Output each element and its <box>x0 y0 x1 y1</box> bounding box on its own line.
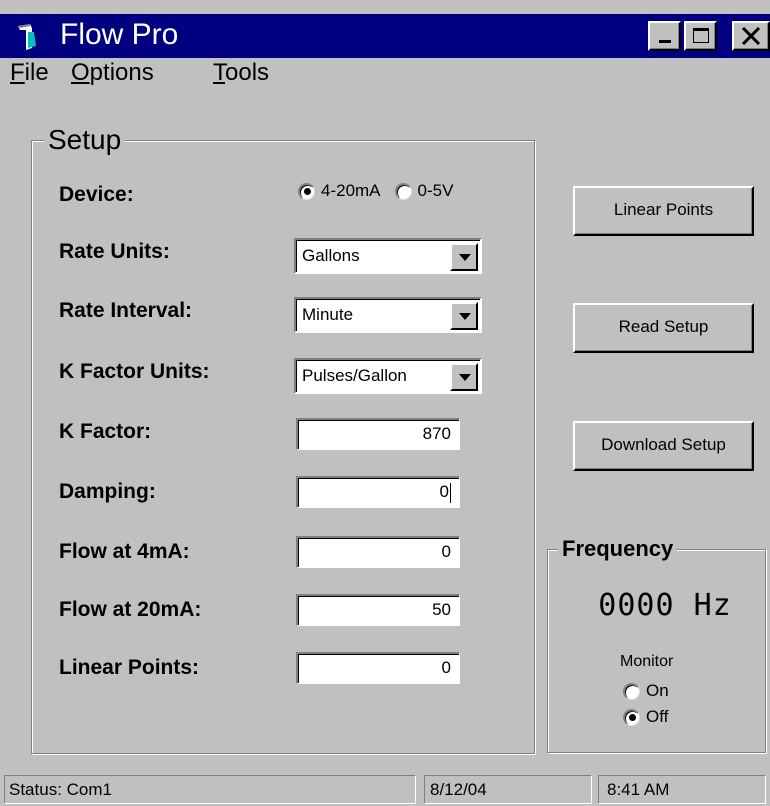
rate-units-label: Rate Units: <box>59 240 170 263</box>
rate-interval-value: Minute <box>302 305 354 324</box>
rate-interval-dropdown-button[interactable] <box>450 302 478 330</box>
k-factor-units-value: Pulses/Gallon <box>302 366 407 385</box>
minimize-button[interactable] <box>648 21 681 51</box>
rate-units-dropdown-button[interactable] <box>450 243 478 271</box>
flow-4ma-input[interactable]: 0 <box>296 536 460 568</box>
radio-4-20ma-label: 4-20mA <box>321 181 381 200</box>
close-icon <box>741 27 761 45</box>
linear-points-button[interactable]: Linear Points <box>573 186 754 236</box>
frequency-readout: 0000 Hz <box>598 588 732 623</box>
rate-interval-label: Rate Interval: <box>59 299 193 322</box>
flow-pro-window: Flow Pro File Options Tools Setup Device… <box>0 0 770 806</box>
device-label: Device: <box>59 183 134 206</box>
damping-input[interactable]: 0 <box>296 476 460 508</box>
close-button[interactable] <box>732 21 770 51</box>
chevron-down-icon <box>459 313 471 320</box>
linear-points-label: Linear Points: <box>59 656 200 679</box>
radio-monitor-on-label: On <box>646 681 669 700</box>
k-factor-units-dropdown-button[interactable] <box>450 363 478 391</box>
flow-20ma-label: Flow at 20mA: <box>59 598 202 621</box>
status-bar: Status: Com1 8/12/04 8:41 AM <box>0 773 770 806</box>
flow-20ma-input[interactable]: 50 <box>296 594 460 626</box>
rate-units-select[interactable]: Gallons <box>294 238 482 274</box>
damping-value: 0 <box>439 482 449 501</box>
flow-pro-app-icon <box>18 24 36 50</box>
minimize-icon <box>659 40 671 43</box>
radio-monitor-off[interactable] <box>623 708 640 726</box>
radio-monitor-on[interactable] <box>623 682 640 700</box>
damping-label: Damping: <box>59 480 156 503</box>
linear-points-input[interactable]: 0 <box>296 652 460 684</box>
k-factor-units-select[interactable]: Pulses/Gallon <box>294 358 482 394</box>
download-setup-button[interactable]: Download Setup <box>573 421 754 471</box>
k-factor-units-label: K Factor Units: <box>59 360 210 383</box>
maximize-icon <box>693 28 709 43</box>
chevron-down-icon <box>459 254 471 261</box>
status-text: Status: Com1 <box>4 775 416 804</box>
rate-units-value: Gallons <box>302 246 360 265</box>
device-radio-group: 4-20mA 0-5V <box>298 181 453 201</box>
monitor-on-row: On <box>623 681 669 701</box>
rate-interval-select[interactable]: Minute <box>294 297 482 333</box>
monitor-label: Monitor <box>620 653 674 670</box>
read-setup-button[interactable]: Read Setup <box>573 303 754 353</box>
maximize-button[interactable] <box>684 21 717 51</box>
k-factor-label: K Factor: <box>59 420 152 443</box>
monitor-off-row: Off <box>623 707 668 727</box>
title-bar[interactable]: Flow Pro <box>0 14 770 58</box>
flow-4ma-label: Flow at 4mA: <box>59 540 190 563</box>
radio-0-5v-label: 0-5V <box>417 181 454 200</box>
menu-options[interactable]: Options <box>71 58 154 88</box>
radio-0-5v[interactable] <box>394 182 412 200</box>
radio-4-20ma[interactable] <box>298 182 315 200</box>
status-time: 8:41 AM <box>598 775 766 804</box>
menu-tools[interactable]: Tools <box>213 58 269 88</box>
k-factor-input[interactable]: 870 <box>296 418 460 450</box>
window-title: Flow Pro <box>60 18 179 51</box>
radio-monitor-off-label: Off <box>646 707 669 726</box>
setup-group-title: Setup <box>44 123 126 157</box>
chevron-down-icon <box>459 374 471 381</box>
status-date: 8/12/04 <box>424 775 592 804</box>
menu-file[interactable]: File <box>10 58 49 88</box>
text-cursor <box>450 482 451 503</box>
frequency-group-title: Frequency <box>558 536 678 562</box>
menu-bar: File Options Tools <box>0 58 770 90</box>
